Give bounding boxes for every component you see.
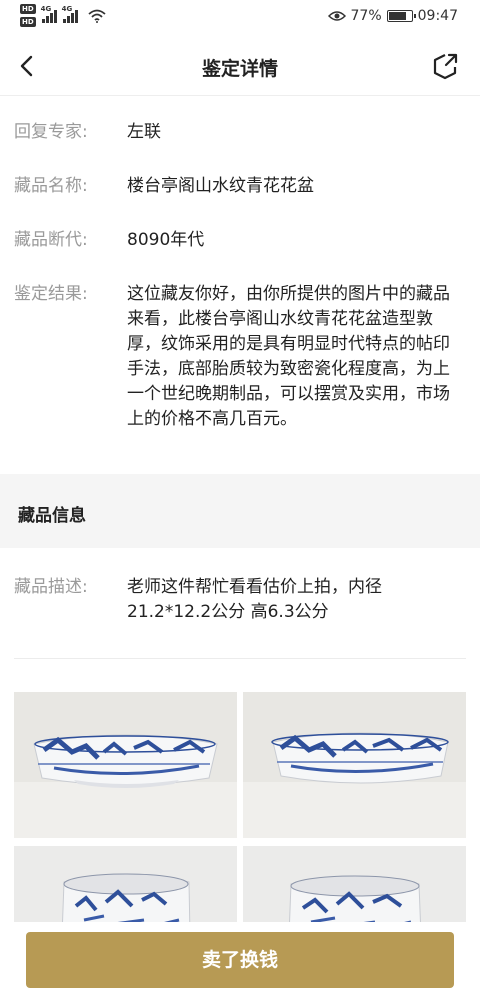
nav-bar: 鉴定详情	[0, 36, 480, 96]
appraisal-detail-screen: HD HD 4G 4G 77% 09:47 鉴定详情 回复专家: 左联 藏品名称…	[0, 0, 480, 996]
hd-badges: HD HD	[20, 4, 36, 27]
page-title: 鉴定详情	[201, 58, 278, 80]
collection-info-header: 藏品信息	[0, 474, 480, 548]
result-value: 这位藏友你好，由你所提供的图片中的藏品来看，此楼台亭阁山水纹青花花盆造型敦厚，纹…	[127, 284, 450, 429]
sell-button[interactable]: 卖了换钱	[26, 932, 454, 988]
network-type-2: 4G	[61, 4, 73, 13]
description-value: 老师这件帮忙看看估价上拍，内径21.2*12.2公分 高6.3公分	[127, 577, 382, 622]
battery-percent: 77%	[350, 8, 382, 24]
wifi-icon	[88, 9, 106, 23]
status-bar: HD HD 4G 4G 77% 09:47	[0, 0, 480, 36]
share-icon[interactable]	[430, 51, 460, 81]
hd-badge-1: HD	[20, 4, 36, 14]
divider	[14, 658, 466, 659]
eye-comfort-icon	[327, 11, 346, 21]
signal-icon-2: 4G	[62, 5, 78, 23]
porcelain-planter-image	[243, 692, 466, 838]
status-right: 77% 09:47	[327, 8, 458, 24]
collection-photo-2[interactable]	[243, 692, 466, 838]
hd-badge-2: HD	[20, 17, 36, 27]
clock: 09:47	[417, 8, 458, 24]
result-label: 鉴定结果:	[14, 284, 88, 304]
result-row: 鉴定结果: 这位藏友你好，由你所提供的图片中的藏品来看，此楼台亭阁山水纹青花花盆…	[14, 282, 466, 432]
description-label: 藏品描述:	[14, 577, 88, 597]
name-value: 楼台亭阁山水纹青花花盆	[127, 176, 314, 196]
name-row: 藏品名称: 楼台亭阁山水纹青花花盆	[14, 174, 466, 199]
section-title: 藏品信息	[18, 506, 86, 526]
era-label: 藏品断代:	[14, 230, 88, 250]
battery-icon	[386, 10, 416, 22]
collection-photo-1[interactable]	[14, 692, 237, 838]
description-row: 藏品描述: 老师这件帮忙看看估价上拍，内径21.2*12.2公分 高6.3公分	[14, 575, 466, 625]
signal-icon: 4G	[41, 5, 57, 23]
expert-row: 回复专家: 左联	[14, 120, 466, 145]
network-type-1: 4G	[40, 4, 52, 13]
era-value: 8090年代	[127, 230, 205, 250]
era-row: 藏品断代: 8090年代	[14, 228, 466, 253]
bottom-action-bar: 卖了换钱	[0, 922, 480, 996]
battery-fill	[388, 12, 406, 20]
expert-label: 回复专家:	[14, 122, 88, 142]
status-left: HD HD 4G 4G	[20, 4, 106, 27]
expert-value: 左联	[127, 122, 161, 142]
porcelain-planter-image	[14, 692, 237, 838]
name-label: 藏品名称:	[14, 176, 88, 196]
